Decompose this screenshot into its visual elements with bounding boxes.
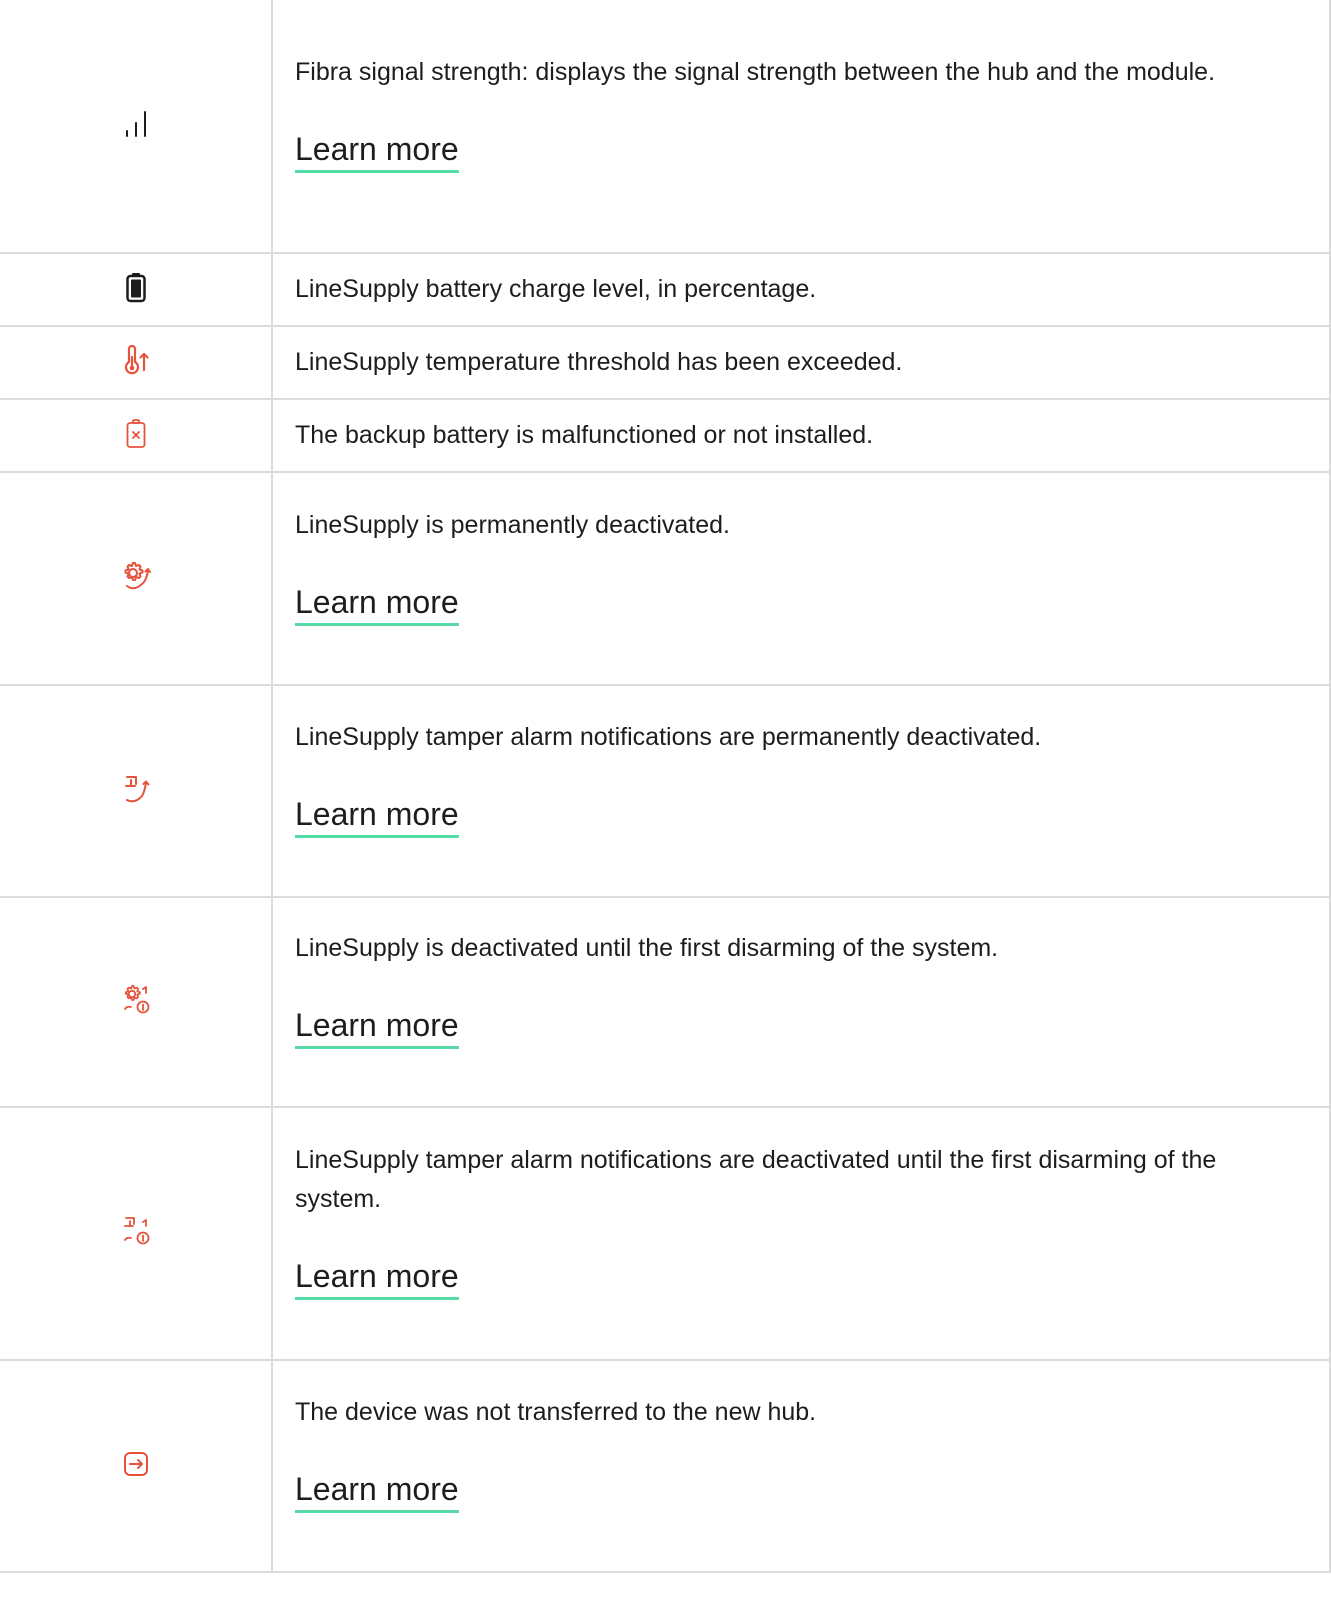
row-description: The backup battery is malfunctioned or n… [295, 421, 874, 449]
row-description: LineSupply battery charge level, in perc… [295, 275, 817, 303]
description-cell: LineSupply battery charge level, in perc… [271, 252, 1331, 327]
row-description: LineSupply is deactivated until the firs… [295, 934, 999, 962]
icon-cell [0, 471, 273, 686]
signal-strength-icon [119, 107, 153, 141]
table-row: Fibra signal strength: displays the sign… [0, 0, 1331, 254]
icon-cell [0, 0, 273, 254]
description-cell: LineSupply temperature threshold has bee… [271, 325, 1331, 400]
permanently-deactivated-icon [119, 559, 153, 593]
icon-cell [0, 684, 273, 898]
icon-cell [0, 325, 273, 400]
device-not-transferred-icon [119, 1447, 153, 1481]
learn-more-link[interactable]: Learn more [295, 794, 459, 838]
table-row: The backup battery is malfunctioned or n… [0, 398, 1331, 473]
icon-cell [0, 1106, 273, 1361]
table-row: LineSupply tamper alarm notifications ar… [0, 684, 1331, 898]
table-row: The device was not transferred to the ne… [0, 1359, 1331, 1573]
row-description: LineSupply is permanently deactivated. [295, 510, 730, 539]
row-description: LineSupply temperature threshold has bee… [295, 348, 903, 376]
description-cell: LineSupply is permanently deactivated. L… [271, 471, 1331, 686]
tamper-deactivated-until-disarm-icon [119, 1214, 153, 1248]
table-row: LineSupply is permanently deactivated. L… [0, 471, 1331, 686]
table-row: LineSupply is deactivated until the firs… [0, 896, 1331, 1108]
icon-cell [0, 398, 273, 473]
learn-more-link[interactable]: Learn more [295, 1256, 459, 1300]
table-row: LineSupply temperature threshold has bee… [0, 325, 1331, 400]
row-description: LineSupply tamper alarm notifications ar… [295, 723, 1042, 751]
row-description: Fibra signal strength: displays the sign… [295, 58, 1216, 86]
description-cell: The backup battery is malfunctioned or n… [271, 398, 1331, 473]
row-description: The device was not transferred to the ne… [295, 1398, 817, 1426]
deactivated-until-disarm-icon [119, 983, 153, 1017]
icon-legend-table: Fibra signal strength: displays the sign… [0, 0, 1331, 1573]
table-row: LineSupply tamper alarm notifications ar… [0, 1106, 1331, 1361]
icon-cell [0, 896, 273, 1108]
battery-malfunction-icon [119, 416, 153, 450]
learn-more-link[interactable]: Learn more [295, 582, 459, 626]
description-cell: Fibra signal strength: displays the sign… [271, 0, 1331, 254]
description-cell: The device was not transferred to the ne… [271, 1359, 1331, 1573]
icon-cell [0, 1359, 273, 1573]
description-cell: LineSupply tamper alarm notifications ar… [271, 684, 1331, 898]
row-description: LineSupply tamper alarm notifications ar… [295, 1146, 1217, 1213]
battery-charge-icon [119, 270, 153, 304]
icon-cell [0, 252, 273, 327]
table-row: LineSupply battery charge level, in perc… [0, 252, 1331, 327]
tamper-permanently-deactivated-icon [119, 772, 153, 806]
learn-more-link[interactable]: Learn more [295, 1469, 459, 1513]
learn-more-link[interactable]: Learn more [295, 1005, 459, 1049]
temperature-exceeded-icon [119, 343, 153, 377]
learn-more-link[interactable]: Learn more [295, 129, 459, 173]
description-cell: LineSupply is deactivated until the firs… [271, 896, 1331, 1108]
description-cell: LineSupply tamper alarm notifications ar… [271, 1106, 1331, 1361]
